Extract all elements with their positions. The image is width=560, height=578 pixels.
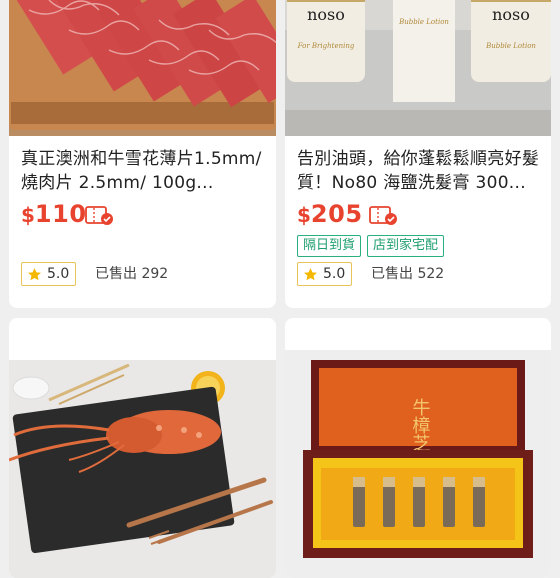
star-icon [304,267,317,280]
product-title[interactable]: 告別油頭，給你蓬鬆鬆順亮好髮質！No80 海鹽洗髮膏 300... [297,147,541,195]
product-image-lobster[interactable] [9,360,276,578]
product-image-wagyu[interactable] [9,0,276,136]
price-value: 205 [310,200,363,228]
product-card-wagyu[interactable]: 真正澳洲和牛雪花薄片1.5mm/燒肉片 2.5mm/ 100g... $110 … [9,0,276,308]
tag-next-day: 隔日到貨 [297,235,362,257]
product-card-lobster[interactable] [9,318,276,578]
price-currency: $ [21,203,35,227]
box-label: 牛樟芝 [410,398,431,452]
price-value: 110 [34,200,87,228]
star-icon [28,267,41,280]
price-currency: $ [297,203,311,227]
jar-label-right: Bubble Lotion [485,42,536,50]
product-price: $110 [21,200,87,228]
coupon-ticket-icon [369,206,397,225]
rating-badge: 5.0 [297,262,353,286]
product-title[interactable]: 真正澳洲和牛雪花薄片1.5mm/燒肉片 2.5mm/ 100g... [21,147,266,195]
product-card-giftbox[interactable]: 牛樟芝 [285,318,551,578]
tag-home-delivery: 店到家宅配 [367,235,445,257]
jar-label-middle: Bubble Lotion [398,18,449,26]
product-price: $205 [297,200,363,228]
jar-label-left: For Brightening [297,42,355,50]
product-image-shampoo[interactable]: noso For Brightening Bubble Lotion noso … [285,0,551,136]
jar-brand-left: noso [307,5,345,24]
rating-badge: 5.0 [21,262,77,286]
sold-count: 已售出 292 [95,266,169,282]
rating-value: 5.0 [47,266,70,282]
delivery-tags: 隔日到貨 店到家宅配 [297,235,445,257]
product-card-shampoo[interactable]: noso For Brightening Bubble Lotion noso … [285,0,551,308]
product-image-giftbox[interactable]: 牛樟芝 [285,350,551,578]
rating-value: 5.0 [323,266,346,282]
jar-brand-right: noso [492,5,530,24]
coupon-ticket-icon [85,206,113,225]
sold-count: 已售出 522 [371,266,445,282]
